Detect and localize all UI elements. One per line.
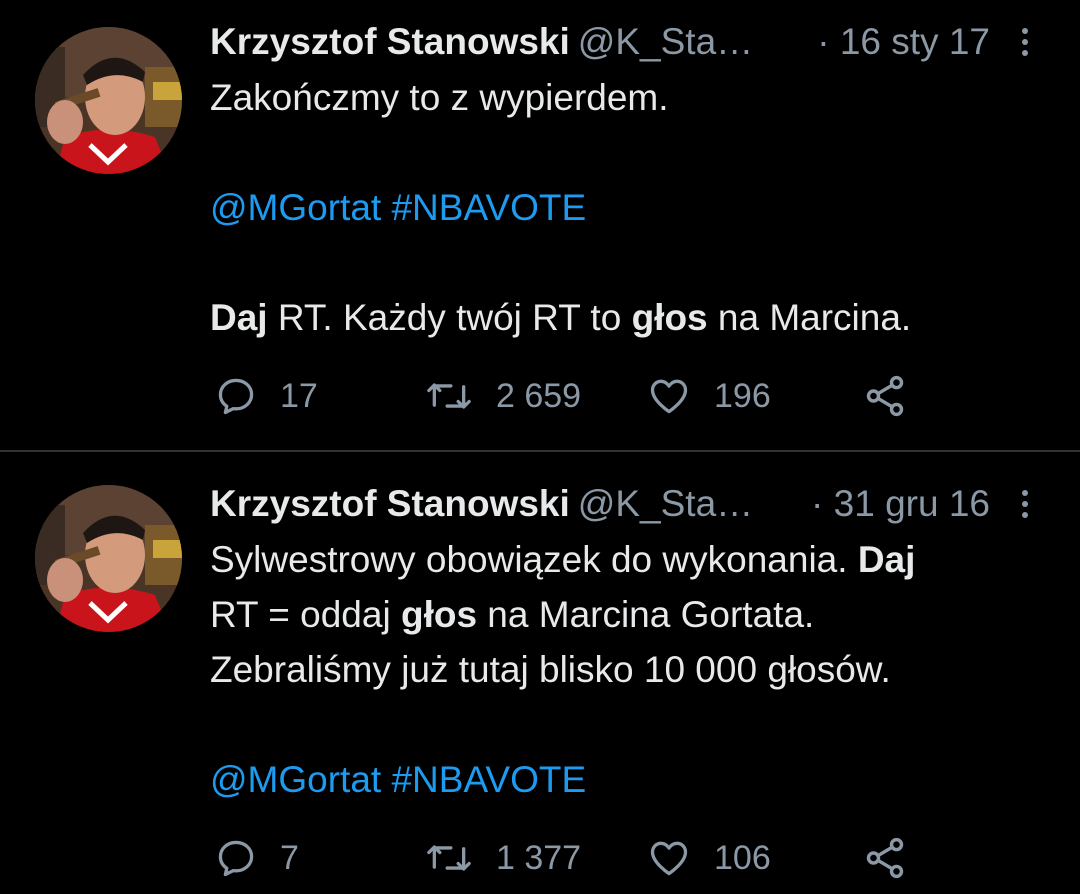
mention-link[interactable]: @MGortat bbox=[210, 759, 381, 800]
text-line: Zebraliśmy już tutaj blisko 10 000 głosó… bbox=[210, 649, 891, 690]
reply-button[interactable]: 7 bbox=[214, 828, 299, 888]
text-line: Sylwestrowy obowiązek do wykonania. Daj bbox=[210, 532, 1040, 587]
retweet-count: 1 377 bbox=[496, 838, 582, 877]
reply-count: 17 bbox=[280, 376, 318, 415]
tweet-content: Krzysztof Stanowski @K_Sta… · 31 gru 16 S… bbox=[210, 480, 1040, 807]
reply-count: 7 bbox=[280, 838, 299, 877]
text-line: @MGortat #NBAVOTE bbox=[210, 752, 1040, 807]
bold-text: Daj bbox=[210, 297, 268, 338]
tweet-date[interactable]: · 16 sty 17 bbox=[817, 18, 990, 66]
plain-text: na Marcina Gortata. bbox=[477, 594, 815, 635]
avatar[interactable] bbox=[35, 27, 182, 174]
hashtag-link[interactable]: #NBAVOTE bbox=[391, 759, 586, 800]
reply-button[interactable]: 17 bbox=[214, 366, 318, 426]
tweet-content: Krzysztof Stanowski @K_Sta… · 16 sty 17 Z… bbox=[210, 18, 1040, 345]
like-button[interactable]: 196 bbox=[646, 366, 771, 426]
heart-icon bbox=[650, 379, 688, 414]
tweet-date[interactable]: · 31 gru 16 bbox=[811, 480, 990, 528]
retweet-count: 2 659 bbox=[496, 376, 582, 415]
text-line: @MGortat #NBAVOTE bbox=[210, 180, 1040, 235]
bold-text: głos bbox=[631, 297, 708, 338]
plain-text: Sylwestrowy obowiązek do wykonania. bbox=[210, 539, 858, 580]
more-vertical-icon[interactable] bbox=[1010, 484, 1040, 524]
retweet-icon bbox=[427, 845, 471, 871]
more-vertical-icon[interactable] bbox=[1010, 22, 1040, 62]
like-count: 196 bbox=[714, 376, 771, 415]
share-icon bbox=[866, 837, 904, 879]
text-line: Daj RT. Każdy twój RT to głos na Marcina… bbox=[210, 290, 1040, 345]
share-icon bbox=[866, 375, 904, 417]
bold-text: głos bbox=[400, 594, 478, 635]
avatar[interactable] bbox=[35, 485, 182, 632]
hashtag-link[interactable]: #NBAVOTE bbox=[391, 187, 586, 228]
retweet-button[interactable]: 1 377 bbox=[424, 828, 581, 888]
bold-text: Daj bbox=[857, 539, 916, 580]
reply-icon bbox=[218, 840, 254, 877]
text-line: Zakończmy to z wypierdem. bbox=[210, 77, 669, 118]
author-handle[interactable]: @K_Sta… bbox=[578, 21, 753, 62]
like-count: 106 bbox=[714, 838, 771, 877]
plain-text: RT = oddaj bbox=[210, 594, 401, 635]
tweet[interactable]: Krzysztof Stanowski @K_Sta… · 16 sty 17 Z… bbox=[0, 0, 1080, 450]
author-name[interactable]: Krzysztof Stanowski bbox=[210, 483, 570, 524]
retweet-icon bbox=[427, 383, 471, 409]
tweet-text: Zakończmy to z wypierdem. @MGortat #NBAV… bbox=[210, 70, 1040, 345]
reply-icon bbox=[218, 378, 254, 415]
heart-icon bbox=[650, 841, 688, 876]
tweet-header: Krzysztof Stanowski @K_Sta… · 31 gru 16 bbox=[210, 480, 1040, 528]
plain-text: RT. Każdy twój RT to bbox=[267, 297, 632, 338]
share-button[interactable] bbox=[862, 366, 908, 426]
text-line: RT = oddaj głos na Marcina Gortata. bbox=[210, 587, 1040, 642]
tweet[interactable]: Krzysztof Stanowski @K_Sta… · 31 gru 16 S… bbox=[0, 452, 1080, 894]
retweet-button[interactable]: 2 659 bbox=[424, 366, 581, 426]
tweet-actions: 17 2 659 196 bbox=[210, 366, 910, 426]
share-button[interactable] bbox=[862, 828, 908, 888]
like-button[interactable]: 106 bbox=[646, 828, 771, 888]
author-handle[interactable]: @K_Sta… bbox=[578, 483, 753, 524]
tweet-text: Sylwestrowy obowiązek do wykonania. Daj … bbox=[210, 532, 1040, 807]
mention-link[interactable]: @MGortat bbox=[210, 187, 381, 228]
author-name[interactable]: Krzysztof Stanowski bbox=[210, 21, 570, 62]
tweet-feed: Krzysztof Stanowski @K_Sta… · 16 sty 17 Z… bbox=[0, 0, 1080, 894]
tweet-header: Krzysztof Stanowski @K_Sta… · 16 sty 17 bbox=[210, 18, 1040, 66]
plain-text: na Marcina. bbox=[707, 297, 912, 338]
tweet-actions: 7 1 377 106 bbox=[210, 828, 910, 888]
